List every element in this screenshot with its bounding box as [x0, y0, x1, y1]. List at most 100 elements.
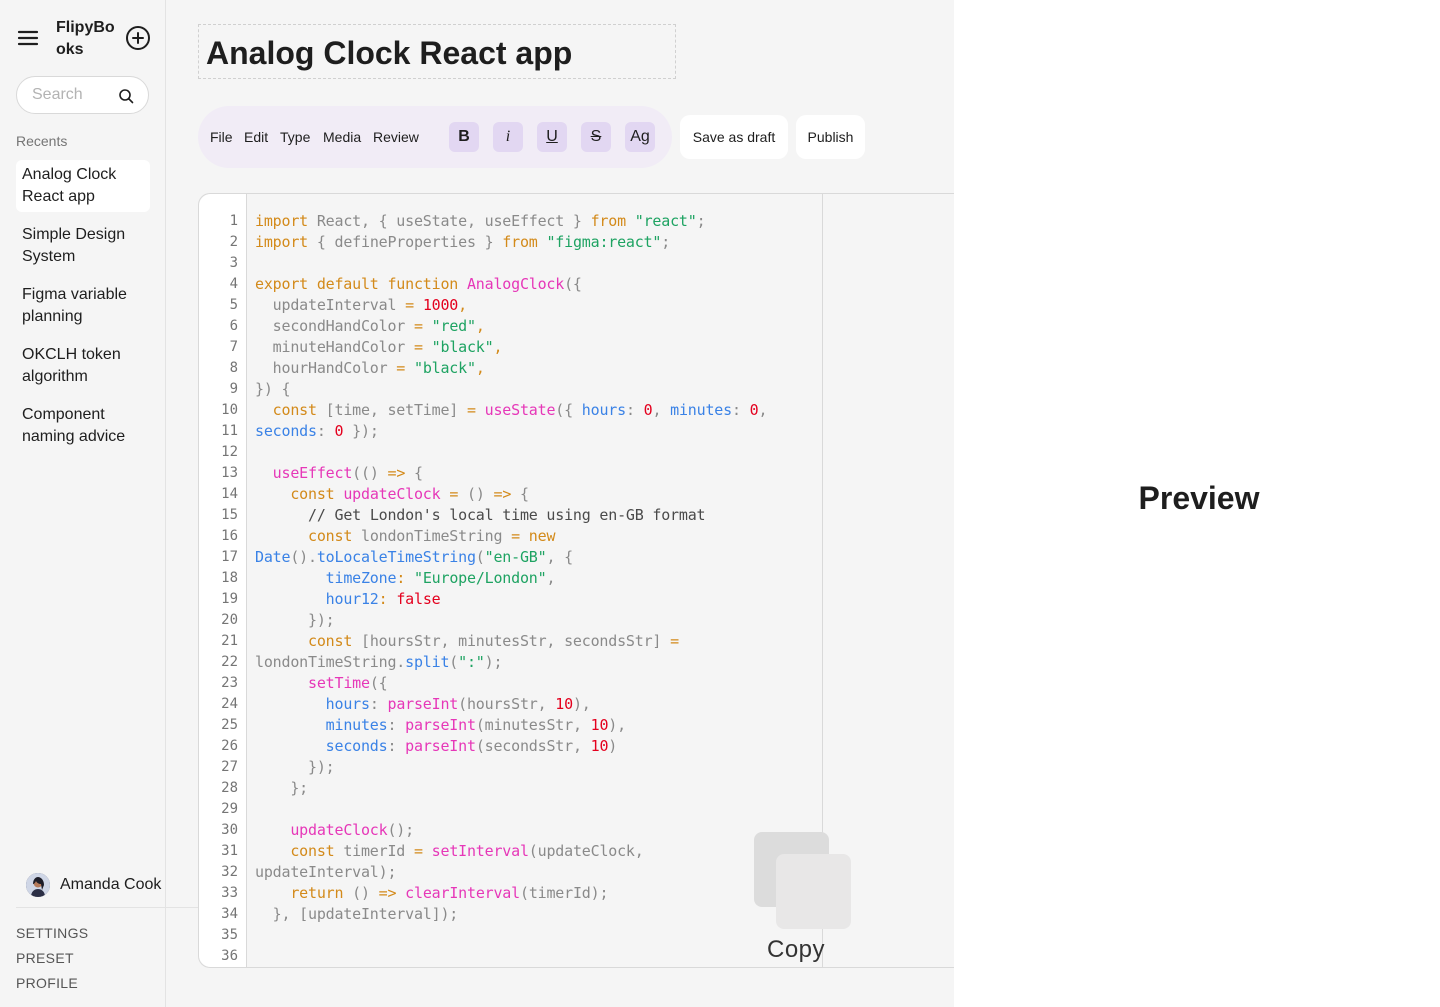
search-input[interactable] [32, 85, 110, 105]
document-title-field[interactable]: Analog Clock React app [198, 24, 676, 79]
code-line: updateInterval = 1000, [255, 296, 468, 314]
copy-label: Copy [767, 936, 826, 963]
save-draft-button[interactable]: Save as draft [680, 115, 788, 159]
recent-item-simple-design-system[interactable]: Simple Design System [16, 220, 150, 272]
preset-link[interactable]: PRESET [16, 950, 88, 975]
recents-heading: Recents [16, 133, 68, 149]
line-numbers: 1 2 3 4 5 6 7 8 9 10 11 12 13 14 15 16 17 18 19 20 21 22 23 24 2… [199, 211, 238, 967]
user-profile[interactable]: Amanda Cook [26, 873, 161, 897]
code-line: }); [255, 758, 335, 776]
code-line: secondHandColor = "red", [255, 317, 485, 335]
code-line: }); [255, 611, 335, 629]
line-number: 7 [229, 339, 238, 355]
preview-panel: Preview [954, 0, 1440, 1007]
menu-edit[interactable]: Edit [244, 128, 268, 146]
footer-links: SETTINGS PRESET PROFILE [16, 925, 88, 1000]
publish-button[interactable]: Publish [796, 115, 865, 159]
menu-review[interactable]: Review [373, 128, 419, 146]
line-number: 5 [229, 297, 238, 313]
editor-toolbar: File Edit Type Media Review B i U S Ag [198, 106, 672, 168]
recent-item-figma-variable-planning[interactable]: Figma variable planning [16, 280, 150, 332]
line-number: 27 [221, 759, 238, 775]
text-style-button[interactable]: Ag [625, 122, 655, 152]
line-number: 26 [221, 738, 238, 754]
code-content[interactable]: import React, { useState, useEffect } fr… [255, 211, 822, 967]
search-icon[interactable] [118, 88, 134, 104]
copy-icon [776, 854, 851, 929]
settings-link[interactable]: SETTINGS [16, 925, 88, 950]
line-number: 8 [229, 360, 238, 376]
line-number: 30 [221, 822, 238, 838]
code-line: return () => clearInterval(timerId); [290, 884, 609, 902]
code-line: const [hoursStr, minutesStr, secondsStr]… [308, 632, 679, 650]
line-number: 21 [221, 633, 238, 649]
code-line: hours: parseInt(hoursStr, 10), [325, 695, 591, 713]
recent-item-okclh-token-algorithm[interactable]: OKCLH token algorithm [16, 340, 150, 392]
line-number: 16 [221, 528, 238, 544]
code-line: minutes: parseInt(minutesStr, 10), [325, 716, 627, 734]
line-number: 6 [229, 318, 238, 334]
recent-item-analog-clock[interactable]: Analog Clock React app [16, 160, 150, 212]
recent-item-component-naming-advice[interactable]: Component naming advice [16, 400, 150, 452]
line-number: 19 [221, 591, 238, 607]
line-number: 36 [221, 948, 238, 964]
code-line: const timerId = setInterval(updateClock, [290, 842, 644, 860]
menu-type[interactable]: Type [280, 128, 310, 146]
line-number: 34 [221, 906, 238, 922]
code-line: const updateClock = () => { [290, 485, 529, 503]
user-name: Amanda Cook [60, 876, 162, 893]
page-title: Analog Clock React app [206, 35, 573, 71]
strikethrough-button[interactable]: S [581, 122, 611, 152]
italic-button[interactable]: i [493, 122, 523, 152]
menu-file[interactable]: File [210, 128, 233, 146]
line-number: 24 [221, 696, 238, 712]
line-number: 23 [221, 675, 238, 691]
hamburger-menu-icon[interactable] [16, 26, 40, 50]
line-number: 18 [221, 570, 238, 586]
code-line: updateClock(); [290, 821, 414, 839]
code-line: timeZone: "Europe/London", [325, 569, 556, 587]
line-number: 35 [221, 927, 238, 943]
code-line: }, [updateInterval]); [255, 905, 459, 923]
line-number: 12 [221, 444, 238, 460]
code-line: import { defineProperties } from "figma:… [255, 233, 671, 251]
code-line: const londonTimeString = new [308, 527, 556, 545]
recents-list: Analog Clock React app Simple Design Sys… [16, 160, 150, 460]
preview-title: Preview [1138, 480, 1260, 516]
code-line: import React, { useState, useEffect } fr… [255, 212, 706, 230]
line-number: 31 [221, 843, 238, 859]
profile-link[interactable]: PROFILE [16, 975, 88, 1000]
line-number: 13 [221, 465, 238, 481]
line-number: 1 [229, 213, 238, 229]
line-number: 20 [221, 612, 238, 628]
copy-button[interactable]: Copy [754, 832, 854, 963]
divider [16, 907, 198, 908]
line-number-gutter: 1 2 3 4 5 6 7 8 9 10 11 12 13 14 15 16 17 18 19 20 21 22 23 24 2… [199, 194, 247, 967]
underline-button[interactable]: U [537, 122, 567, 152]
bold-button[interactable]: B [449, 122, 479, 152]
code-line: }) { [255, 380, 291, 398]
code-line: Date().toLocaleTimeString("en-GB", { [255, 548, 573, 566]
avatar [26, 873, 50, 897]
line-number: 33 [221, 885, 238, 901]
line-number: 28 [221, 780, 238, 796]
code-line: const [time, setTime] = useState({ hours… [272, 401, 768, 419]
search-box [16, 76, 149, 114]
menu-media[interactable]: Media [323, 128, 361, 146]
code-line: updateInterval); [255, 863, 397, 881]
line-number: 2 [229, 234, 238, 250]
code-line: minuteHandColor = "black", [255, 338, 503, 356]
line-number: 10 [221, 402, 238, 418]
code-line: setTime({ [308, 674, 388, 692]
line-number: 25 [221, 717, 238, 733]
code-editor: 1 2 3 4 5 6 7 8 9 10 11 12 13 14 15 16 17 18 19 20 21 22 23 24 2… [198, 193, 954, 968]
line-number: 17 [221, 549, 238, 565]
line-number: 4 [229, 276, 238, 292]
add-circle-icon[interactable] [125, 25, 151, 51]
code-line: seconds: parseInt(secondsStr, 10) [325, 737, 618, 755]
